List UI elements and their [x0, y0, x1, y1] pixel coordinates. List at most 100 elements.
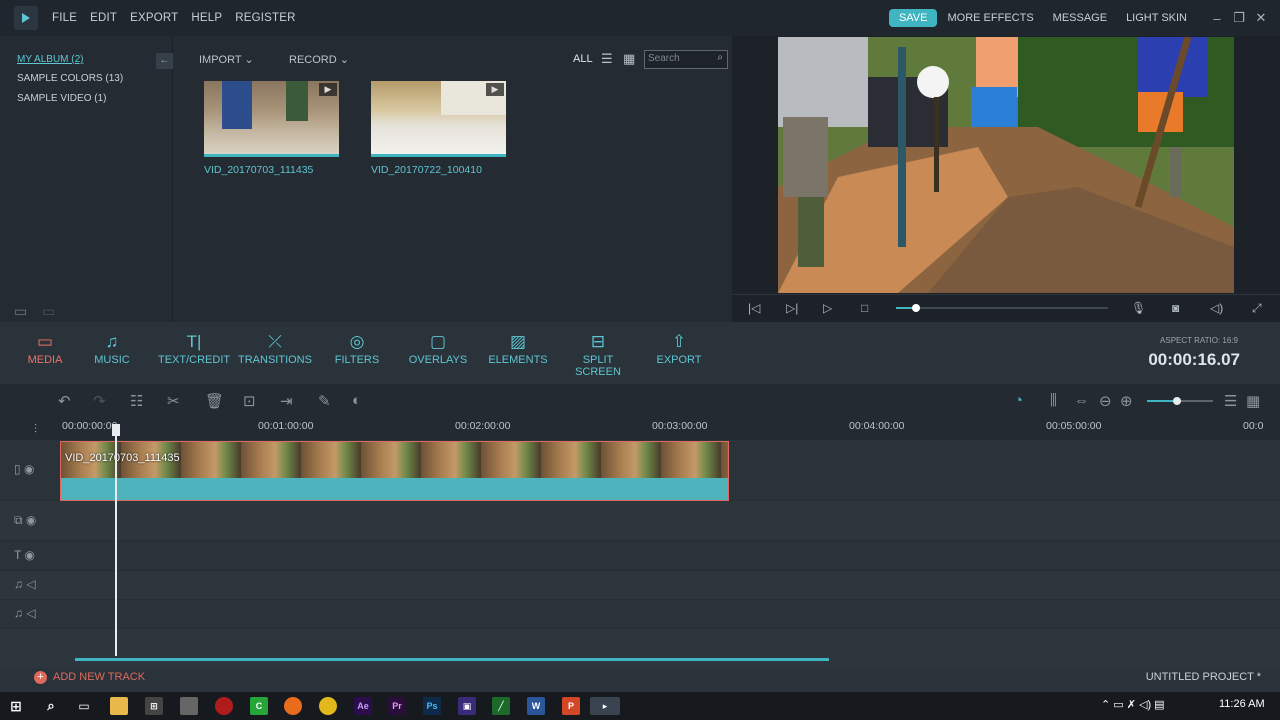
- split-screen-icon: ⊟: [590, 332, 606, 351]
- record-app-icon[interactable]: [215, 697, 233, 715]
- preview-scrub-handle[interactable]: [912, 304, 920, 312]
- playhead[interactable]: [112, 424, 120, 656]
- snap-icon[interactable]: ⫶: [34, 422, 37, 437]
- file-explorer-icon[interactable]: [110, 697, 128, 715]
- snapshot-camera-icon[interactable]: ◙: [1172, 301, 1179, 315]
- tab-media[interactable]: ▭ MEDIA: [26, 332, 64, 366]
- filmora-taskbar-icon[interactable]: ▸: [590, 697, 620, 715]
- tab-filters[interactable]: ◎ FILTERS: [332, 332, 382, 366]
- audio-mixer-icon[interactable]: ⫼: [1050, 392, 1057, 409]
- delete-folder-icon[interactable]: ▭: [42, 303, 55, 320]
- menu-file[interactable]: FILE: [52, 12, 77, 24]
- filter-all-dropdown[interactable]: ALL: [573, 53, 593, 65]
- message-link[interactable]: MESSAGE: [1053, 12, 1107, 24]
- zoom-slider[interactable]: [1147, 397, 1213, 405]
- timeline-ruler[interactable]: ⫶ 00:00:00:00 00:01:00:00 00:02:00:00 00…: [0, 418, 1280, 440]
- cut-icon[interactable]: ✂: [167, 392, 180, 410]
- menu-export[interactable]: EXPORT: [130, 12, 178, 24]
- import-dropdown[interactable]: IMPORT ⌄: [199, 53, 254, 66]
- zoom-slider-handle[interactable]: [1173, 397, 1181, 405]
- transition-icon: ⤫: [268, 332, 282, 351]
- list-view-icon[interactable]: ☰: [601, 51, 613, 67]
- word-icon[interactable]: W: [527, 697, 545, 715]
- tab-overlays[interactable]: ▢ OVERLAYS: [407, 332, 469, 366]
- grid-view-icon[interactable]: ▦: [623, 51, 635, 67]
- stop-icon[interactable]: □: [861, 301, 868, 315]
- light-skin-link[interactable]: LIGHT SKIN: [1126, 12, 1187, 24]
- add-new-track-button[interactable]: ADD NEW TRACK: [53, 671, 145, 683]
- render-icon[interactable]: ◔: [1014, 392, 1023, 409]
- save-button[interactable]: SAVE: [888, 9, 938, 27]
- redo-icon[interactable]: ↷: [93, 392, 106, 410]
- delete-icon[interactable]: 🗑: [205, 392, 224, 410]
- ruler-tick: 00:00:00:00: [62, 420, 118, 432]
- preview-scrub-track[interactable]: [896, 304, 1108, 312]
- ruler-tick: 00:04:00:00: [849, 420, 905, 432]
- menu-edit[interactable]: EDIT: [90, 12, 117, 24]
- play-icon[interactable]: ▷: [823, 301, 832, 315]
- microphone-icon[interactable]: 🎙: [1131, 301, 1146, 315]
- premiere-icon[interactable]: Pr: [388, 697, 406, 715]
- menu-register[interactable]: REGISTER: [235, 12, 295, 24]
- app-icon[interactable]: [180, 697, 198, 715]
- app-icon[interactable]: ▣: [458, 697, 476, 715]
- timeline-scrollbar[interactable]: [75, 658, 829, 661]
- search-input[interactable]: Search ⌕: [644, 50, 728, 69]
- grid-icon[interactable]: ▦: [1246, 392, 1260, 410]
- adjust-icon[interactable]: ☷: [130, 392, 143, 410]
- restore-icon[interactable]: ❐: [1228, 10, 1250, 26]
- volume-icon[interactable]: ◁): [1210, 301, 1223, 315]
- album-sample-video[interactable]: SAMPLE VIDEO (1): [17, 93, 106, 104]
- collapse-arrow-icon[interactable]: ←: [156, 53, 173, 69]
- chrome-icon[interactable]: [319, 697, 337, 715]
- record-dropdown[interactable]: RECORD ⌄: [289, 53, 349, 66]
- media-thumbnail[interactable]: ▶: [371, 81, 506, 157]
- add-icon[interactable]: +: [34, 671, 47, 684]
- album-my-album[interactable]: MY ALBUM (2): [17, 54, 84, 65]
- after-effects-icon[interactable]: Ae: [354, 697, 372, 715]
- task-view-icon[interactable]: ▭: [75, 697, 93, 715]
- playhead-handle[interactable]: [112, 424, 120, 436]
- tab-text-credit[interactable]: T| TEXT/CREDIT: [158, 332, 230, 366]
- undo-icon[interactable]: ↶: [58, 392, 71, 410]
- zoom-in-icon[interactable]: ⊕: [1120, 392, 1133, 410]
- windows-start-icon[interactable]: ⊞: [7, 697, 25, 715]
- tab-split-screen[interactable]: ⊟ SPLIT SCREEN: [560, 332, 636, 378]
- magic-wand-icon[interactable]: ✎: [318, 392, 331, 410]
- tab-label: MUSIC: [94, 354, 130, 366]
- playback-controls: |◁ ▷| ▷ □ 🎙 ◙ ◁) ⤢: [732, 294, 1280, 322]
- search-icon[interactable]: ⌕: [42, 697, 60, 715]
- powerpoint-icon[interactable]: P: [562, 697, 580, 715]
- text-track: T ◉: [0, 541, 1280, 571]
- step-forward-icon[interactable]: ▷|: [786, 301, 798, 315]
- fullscreen-icon[interactable]: ⤢: [1252, 301, 1262, 316]
- tab-transitions[interactable]: ⤫ TRANSITIONS: [237, 332, 313, 366]
- color-palette-icon[interactable]: ◐: [352, 392, 361, 409]
- tab-elements[interactable]: ▨ ELEMENTS: [488, 332, 548, 366]
- zoom-out-icon[interactable]: ⊖: [1099, 392, 1112, 410]
- taskbar-clock[interactable]: 11:26 AM: [1219, 698, 1265, 710]
- media-thumbnail[interactable]: ▶: [204, 81, 339, 157]
- photoshop-icon[interactable]: Ps: [423, 697, 441, 715]
- app-icon[interactable]: ╱: [492, 697, 510, 715]
- more-effects-link[interactable]: MORE EFFECTS: [947, 12, 1033, 24]
- store-icon[interactable]: ⊞: [145, 697, 163, 715]
- video-clip[interactable]: VID_20170703_111435: [60, 441, 729, 501]
- tray-icons[interactable]: ⌃ ▭ ✗ ◁) ▤: [1101, 698, 1165, 711]
- fit-timeline-icon[interactable]: ⇔: [1074, 392, 1089, 409]
- camtasia-icon[interactable]: C: [250, 697, 268, 715]
- menu-help[interactable]: HELP: [191, 12, 222, 24]
- minimize-icon[interactable]: –: [1206, 11, 1228, 26]
- firefox-icon[interactable]: [284, 697, 302, 715]
- crop-icon[interactable]: ⊡: [243, 392, 256, 410]
- filmora-editor-window: FILE EDIT EXPORT HELP REGISTER SAVE MORE…: [0, 0, 1280, 720]
- menu-lines-icon[interactable]: ☰: [1224, 392, 1237, 410]
- album-sample-colors[interactable]: SAMPLE COLORS (13): [17, 73, 123, 84]
- close-icon[interactable]: ✕: [1250, 10, 1272, 26]
- tab-music[interactable]: ♫ MUSIC: [90, 332, 134, 366]
- music-note-icon: ♫: [105, 332, 119, 351]
- tab-export[interactable]: ⇧ EXPORT: [655, 332, 703, 366]
- duration-icon[interactable]: ⇥: [280, 392, 293, 410]
- skip-back-icon[interactable]: |◁: [748, 301, 760, 315]
- new-folder-icon[interactable]: ▭: [14, 303, 27, 320]
